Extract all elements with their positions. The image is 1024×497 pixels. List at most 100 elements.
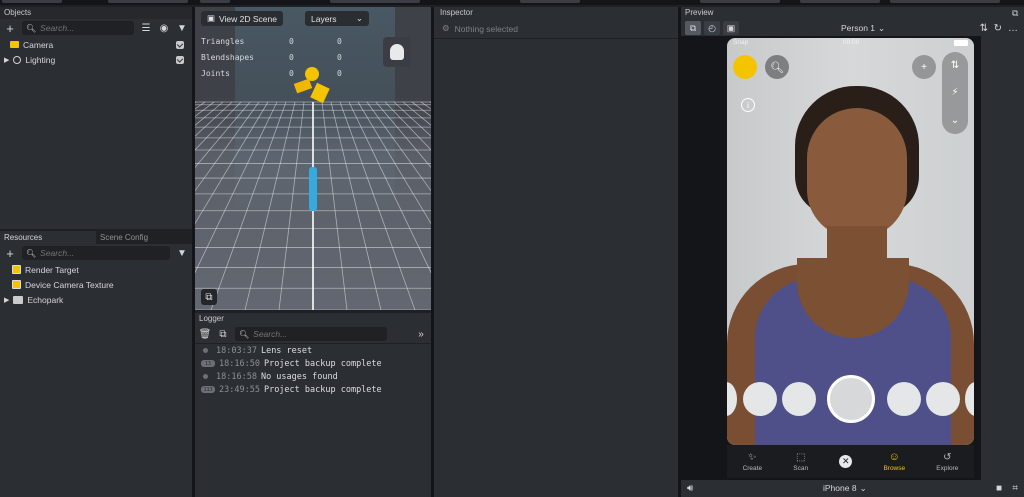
log-row[interactable]: 18:16:58 No usages found	[195, 370, 431, 383]
resource-render-target[interactable]: Render Target	[0, 262, 192, 277]
scene-viewport[interactable]: ▣ View 2D Scene Layers ⌄ Triangles 0 0 Ble…	[195, 7, 431, 310]
resource-device-camera-texture[interactable]: Device Camera Texture	[0, 277, 192, 292]
objects-search[interactable]: 🔍︎	[22, 21, 134, 35]
more-icon[interactable]: …	[1008, 23, 1018, 34]
clear-filter-icon[interactable]: ⧉	[217, 328, 229, 340]
log-count-badge: 13	[201, 360, 215, 367]
resource-label: Echopark	[27, 294, 64, 305]
chevron-down-icon[interactable]: ⌄	[951, 115, 959, 126]
nav-create[interactable]: ✨︎ Create	[743, 452, 763, 472]
visibility-checkbox[interactable]	[176, 55, 184, 64]
capture-button[interactable]	[827, 375, 875, 423]
snapcode-icon[interactable]: ▣	[723, 21, 739, 35]
logger-panel: Logger 🗑︎ ⧉ 🔍︎ » 18:03:37Lens reset 1318…	[195, 313, 431, 497]
lens-slot[interactable]	[926, 382, 960, 416]
visibility-checkbox[interactable]	[176, 40, 184, 49]
add-friend-icon[interactable]: +	[912, 55, 936, 79]
nav-explore[interactable]: ↺ Explore	[936, 452, 958, 472]
tab-stub[interactable]	[2, 0, 62, 3]
wand-icon: ✨︎	[748, 451, 757, 463]
resource-label: Device Camera Texture	[25, 279, 114, 290]
logger-search-input[interactable]	[253, 329, 383, 339]
tab-stub[interactable]	[890, 0, 1000, 3]
tab-stub[interactable]	[108, 0, 188, 3]
eye-icon[interactable]: ◉	[158, 22, 170, 34]
nav-browse[interactable]: ☺ Browse	[883, 451, 905, 472]
inspector-title: Inspector	[434, 7, 678, 19]
panel-divider[interactable]	[678, 7, 681, 497]
log-row[interactable]: 13 18:16:50 Project backup complete	[195, 357, 431, 370]
speaker-icon[interactable]: 🔊︎	[687, 483, 693, 494]
reset-view-icon[interactable]: ⧉	[201, 289, 217, 305]
search-icon[interactable]: 🔍︎	[765, 55, 789, 79]
tab-scene-config[interactable]: Scene Config	[96, 231, 148, 244]
phone-preview[interactable]: Snap 00:00 🔍︎ + ⇅ ⚡︎ ⌄ i	[727, 38, 974, 445]
nav-close[interactable]: ✕	[839, 455, 853, 468]
expand-icon[interactable]: »	[415, 328, 427, 340]
video-icon[interactable]: ■	[996, 483, 1002, 494]
tree-item-label: Lighting	[25, 54, 56, 65]
list-icon[interactable]: ☰	[140, 22, 152, 34]
tab-stub[interactable]	[800, 0, 880, 3]
nav-scan[interactable]: ⬚ Scan	[793, 452, 808, 472]
lens-slot[interactable]	[743, 382, 777, 416]
stat-value: 0	[337, 36, 342, 46]
tree-item-lighting[interactable]: ▶ Lighting	[0, 52, 192, 67]
timer-icon[interactable]: ◴	[704, 21, 720, 35]
crop-icon[interactable]: ⌗	[1012, 483, 1018, 494]
view-2d-scene-button[interactable]: ▣ View 2D Scene	[201, 11, 283, 26]
top-tab-strip	[0, 0, 1024, 5]
resource-echopark[interactable]: ▶ Echopark	[0, 292, 192, 307]
resources-search[interactable]: 🔍︎	[22, 246, 170, 260]
device-select[interactable]: iPhone 8 ⌄	[823, 483, 867, 494]
chevron-right-icon[interactable]: ▶	[4, 296, 9, 304]
person-select-label: Person 1	[841, 23, 876, 33]
panel-divider[interactable]	[192, 7, 195, 497]
tab-stub[interactable]	[700, 0, 780, 3]
trash-icon[interactable]: 🗑︎	[199, 328, 212, 340]
logger-search[interactable]: 🔍︎	[235, 327, 387, 341]
chevron-right-icon[interactable]: ▶	[4, 56, 9, 64]
flip-camera-icon[interactable]: ⇅	[951, 60, 959, 71]
ghost-icon[interactable]	[383, 37, 411, 67]
profile-bitmoji-icon[interactable]	[733, 55, 757, 79]
objects-panel: Objects + 🔍︎ ☰ ◉ ▼ Camera ▶ Lighting	[0, 7, 192, 229]
add-icon[interactable]: +	[4, 246, 16, 261]
log-list: 18:03:37 Lens reset 13 18:16:50 Project bac…	[195, 343, 431, 396]
stat-label: Triangles	[201, 36, 245, 46]
camera-gizmo-icon[interactable]	[293, 67, 333, 113]
info-icon[interactable]: i	[741, 98, 755, 112]
chevron-down-icon: ⌄	[878, 22, 886, 33]
undock-icon[interactable]: ⧉	[1012, 8, 1018, 19]
resources-toolbar: + 🔍︎ ▼	[0, 244, 192, 262]
lens-slot[interactable]	[782, 382, 816, 416]
panel-divider[interactable]	[431, 7, 434, 497]
device-select-label: iPhone 8	[823, 483, 857, 493]
log-row[interactable]: 113 23:49:55 Project backup complete	[195, 383, 431, 396]
logger-toolbar: 🗑︎ ⧉ 🔍︎ »	[195, 325, 431, 343]
filter-icon[interactable]: ▼	[176, 247, 188, 259]
tab-resources[interactable]: Resources	[0, 231, 96, 244]
lens-slot[interactable]	[887, 382, 921, 416]
tab-stub[interactable]	[520, 0, 580, 3]
log-row[interactable]: 18:03:37 Lens reset	[195, 344, 431, 357]
swap-camera-icon[interactable]: ⇅	[980, 23, 988, 34]
tab-stub[interactable]	[330, 0, 420, 3]
gear-icon: ⚙	[442, 23, 450, 33]
stat-row: Triangles 0 0	[201, 33, 342, 49]
flash-off-icon[interactable]: ⚡︎	[951, 87, 958, 98]
add-icon[interactable]: +	[4, 21, 16, 36]
resources-search-input[interactable]	[40, 248, 166, 258]
preview-mode-icon[interactable]: ⧉	[685, 21, 701, 35]
objects-search-input[interactable]	[40, 23, 130, 33]
filter-icon[interactable]: ▼	[176, 22, 188, 34]
preview-title: Preview	[681, 7, 1024, 19]
person-select[interactable]: Person 1 ⌄	[841, 23, 885, 34]
layers-dropdown[interactable]: Layers ⌄	[305, 11, 369, 26]
tab-stub[interactable]	[200, 0, 230, 3]
tree-item-camera[interactable]: Camera	[0, 37, 192, 52]
refresh-icon[interactable]: ↻	[994, 23, 1002, 34]
nav-label: Scan	[793, 464, 809, 472]
status-time: 00:00	[842, 39, 860, 46]
mesh-figure[interactable]	[309, 167, 317, 211]
